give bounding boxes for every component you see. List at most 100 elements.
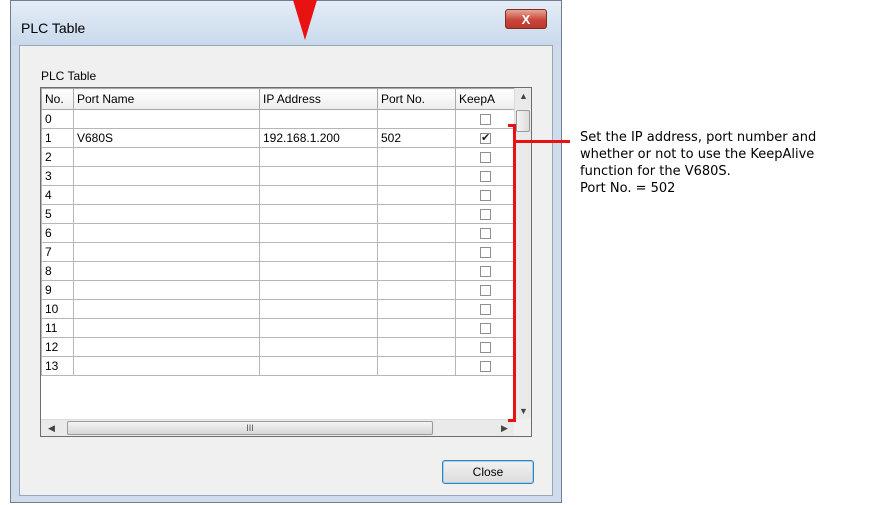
row-port-name-cell[interactable]: V680S [73, 128, 260, 148]
scroll-down-icon[interactable]: ▼ [515, 406, 531, 416]
row-port-no-cell[interactable] [377, 223, 456, 243]
row-no-cell[interactable]: 3 [41, 166, 74, 186]
row-port-name-cell[interactable] [73, 185, 260, 205]
keepalive-checkbox[interactable] [480, 285, 491, 297]
scroll-up-icon[interactable]: ▲ [515, 91, 531, 101]
plc-table-grid[interactable]: No. Port Name IP Address Port No. KeepA … [40, 87, 532, 437]
close-button[interactable]: Close [442, 460, 534, 484]
row-no-cell[interactable]: 2 [41, 147, 74, 167]
row-port-no-cell[interactable] [377, 166, 456, 186]
row-port-name-cell[interactable] [73, 166, 260, 186]
table-row[interactable]: 12 [41, 337, 516, 357]
row-port-name-cell[interactable] [73, 337, 260, 357]
table-row[interactable]: 11 [41, 318, 516, 338]
table-row[interactable]: 8 [41, 261, 516, 281]
keepalive-checkbox[interactable] [480, 209, 491, 221]
row-port-no-cell[interactable] [377, 318, 456, 338]
row-no-cell[interactable]: 8 [41, 261, 74, 281]
row-port-no-cell[interactable] [377, 109, 456, 129]
horizontal-scrollbar[interactable]: ◀ III ▶ [41, 419, 531, 436]
row-ip-address-cell[interactable] [259, 166, 378, 186]
table-row[interactable]: 7 [41, 242, 516, 262]
row-no-cell[interactable]: 11 [41, 318, 74, 338]
vertical-scroll-thumb[interactable] [516, 110, 530, 132]
row-port-name-cell[interactable] [73, 356, 260, 376]
row-port-no-cell[interactable] [377, 261, 456, 281]
row-port-no-cell[interactable] [377, 185, 456, 205]
row-no-cell[interactable]: 7 [41, 242, 74, 262]
row-ip-address-cell[interactable] [259, 261, 378, 281]
table-row[interactable]: 3 [41, 166, 516, 186]
row-port-name-cell[interactable] [73, 147, 260, 167]
keepalive-checkbox[interactable] [480, 190, 491, 202]
row-no-cell[interactable]: 12 [41, 337, 74, 357]
table-row[interactable]: 6 [41, 223, 516, 243]
row-no-cell[interactable]: 1 [41, 128, 74, 148]
keepalive-checkbox[interactable] [480, 114, 491, 126]
table-row[interactable]: 5 [41, 204, 516, 224]
keepalive-checkbox[interactable] [480, 247, 491, 259]
table-row[interactable]: 13 [41, 356, 516, 376]
row-port-no-cell[interactable] [377, 242, 456, 262]
row-port-name-cell[interactable] [73, 223, 260, 243]
row-ip-address-cell[interactable] [259, 337, 378, 357]
scroll-left-icon[interactable]: ◀ [43, 423, 60, 434]
row-port-no-cell[interactable] [377, 280, 456, 300]
column-header-no[interactable]: No. [41, 88, 74, 110]
keepalive-checkbox-checked[interactable]: ✔ [480, 133, 491, 145]
row-ip-address-cell[interactable] [259, 242, 378, 262]
table-row[interactable]: 9 [41, 280, 516, 300]
row-port-name-cell[interactable] [73, 318, 260, 338]
row-port-no-cell[interactable] [377, 337, 456, 357]
keepalive-checkbox[interactable] [480, 228, 491, 240]
row-no-cell[interactable]: 4 [41, 185, 74, 205]
row-port-no-cell[interactable] [377, 147, 456, 167]
column-header-keepalive[interactable]: KeepA [455, 88, 516, 110]
scroll-right-icon[interactable]: ▶ [496, 423, 513, 434]
row-no-cell[interactable]: 0 [41, 109, 74, 129]
table-row[interactable]: 4 [41, 185, 516, 205]
row-no-cell[interactable]: 9 [41, 280, 74, 300]
column-header-port-name[interactable]: Port Name [73, 88, 260, 110]
table-row[interactable]: 1 V680S 192.168.1.200 502 ✔ [41, 128, 516, 148]
row-ip-address-cell[interactable] [259, 356, 378, 376]
keepalive-checkbox[interactable] [480, 304, 491, 316]
row-ip-address-cell[interactable] [259, 318, 378, 338]
title-bar[interactable]: PLC Table X [11, 1, 561, 45]
keepalive-checkbox[interactable] [480, 361, 491, 373]
keepalive-checkbox[interactable] [480, 171, 491, 183]
row-no-cell[interactable]: 5 [41, 204, 74, 224]
row-no-cell[interactable]: 10 [41, 299, 74, 319]
row-port-no-cell[interactable] [377, 356, 456, 376]
table-row[interactable]: 0 [41, 109, 516, 129]
table-row[interactable]: 2 [41, 147, 516, 167]
keepalive-checkbox[interactable] [480, 152, 491, 164]
column-header-port-no[interactable]: Port No. [377, 88, 456, 110]
keepalive-checkbox[interactable] [480, 323, 491, 335]
column-header-ip-address[interactable]: IP Address [259, 88, 378, 110]
row-port-name-cell[interactable] [73, 242, 260, 262]
row-ip-address-cell[interactable] [259, 147, 378, 167]
row-port-name-cell[interactable] [73, 204, 260, 224]
horizontal-scroll-thumb[interactable]: III [67, 421, 433, 435]
vertical-scrollbar[interactable]: ▲ ▼ [514, 88, 531, 419]
row-port-no-cell[interactable]: 502 [377, 128, 456, 148]
row-no-cell[interactable]: 6 [41, 223, 74, 243]
row-ip-address-cell[interactable] [259, 299, 378, 319]
row-ip-address-cell[interactable] [259, 223, 378, 243]
row-ip-address-cell[interactable] [259, 109, 378, 129]
table-row[interactable]: 10 [41, 299, 516, 319]
keepalive-checkbox[interactable] [480, 266, 491, 278]
row-ip-address-cell[interactable] [259, 280, 378, 300]
row-port-no-cell[interactable] [377, 299, 456, 319]
row-port-no-cell[interactable] [377, 204, 456, 224]
row-no-cell[interactable]: 13 [41, 356, 74, 376]
row-ip-address-cell[interactable] [259, 185, 378, 205]
row-port-name-cell[interactable] [73, 109, 260, 129]
close-icon[interactable]: X [505, 9, 547, 29]
row-port-name-cell[interactable] [73, 261, 260, 281]
row-ip-address-cell[interactable] [259, 204, 378, 224]
row-ip-address-cell[interactable]: 192.168.1.200 [259, 128, 378, 148]
keepalive-checkbox[interactable] [480, 342, 491, 354]
row-port-name-cell[interactable] [73, 299, 260, 319]
